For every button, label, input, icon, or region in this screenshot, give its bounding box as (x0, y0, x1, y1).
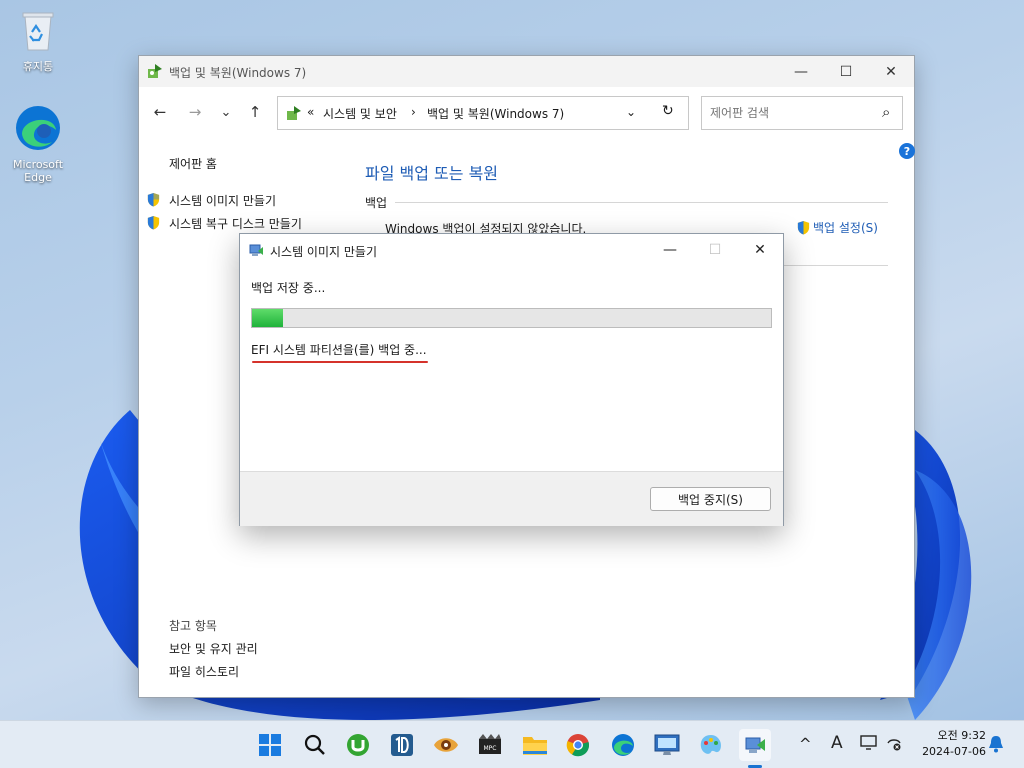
window-title: 백업 및 복원(Windows 7) (169, 66, 307, 80)
recycle-bin-icon (6, 8, 70, 55)
help-button[interactable]: ? (899, 143, 915, 159)
backup-progress-bar (251, 308, 772, 328)
sidebar-create-recovery-disc[interactable]: 시스템 복구 디스크 만들기 (169, 215, 302, 232)
edge-icon (6, 104, 70, 155)
file-explorer-icon[interactable] (519, 729, 551, 761)
paint-app-icon[interactable] (695, 729, 727, 761)
system-image-icon (248, 242, 264, 261)
backup-restore-taskbar-icon[interactable] (739, 729, 771, 761)
dialog-titlebar[interactable]: 시스템 이미지 만들기 — ☐ ✕ (240, 234, 783, 266)
desktop-icon-label: Microsoft Edge (12, 158, 64, 184)
refresh-button[interactable]: ↻ (662, 103, 674, 119)
recent-locations-button[interactable]: ⌄ (215, 101, 237, 123)
backup-restore-icon (147, 63, 163, 82)
dialog-footer: 백업 중지(S) (240, 471, 783, 526)
search-box: ⌕ (701, 96, 903, 130)
edge-icon[interactable] (607, 729, 639, 761)
create-system-image-dialog: 시스템 이미지 만들기 — ☐ ✕ 백업 저장 중... EFI 시스템 파티션… (239, 233, 784, 526)
eye-app-icon[interactable] (430, 729, 462, 761)
address-prefix[interactable]: « (307, 105, 314, 119)
svg-text:MPC: MPC (484, 745, 497, 752)
chrome-icon[interactable] (562, 729, 594, 761)
ime-indicator[interactable]: A (831, 733, 843, 753)
stop-backup-button[interactable]: 백업 중지(S) (650, 487, 771, 511)
window-titlebar[interactable]: 백업 및 복원(Windows 7) — ☐ ✕ (139, 56, 914, 87)
uac-shield-icon (796, 220, 811, 238)
see-also-title: 참고 항목 (169, 619, 217, 633)
search-icon[interactable]: ⌕ (882, 103, 890, 121)
sidebar-control-panel-home[interactable]: 제어판 홈 (169, 155, 217, 172)
annotation-underline (252, 361, 428, 363)
mpc-be-icon[interactable]: MPC (474, 729, 506, 761)
breadcrumb-separator[interactable]: › (411, 105, 416, 119)
tray-overflow-button[interactable]: ^ (799, 735, 812, 753)
sidebar-create-system-image[interactable]: 시스템 이미지 만들기 (169, 192, 276, 209)
see-also-file-history[interactable]: 파일 히스토리 (169, 663, 239, 680)
close-button[interactable]: ✕ (868, 56, 914, 87)
display-icon[interactable] (860, 734, 878, 756)
dialog-close-button[interactable]: ✕ (737, 234, 783, 266)
desktop-icon-edge[interactable]: Microsoft Edge (6, 104, 70, 184)
clock-date: 2024-07-06 (922, 745, 986, 758)
minimize-button[interactable]: — (778, 56, 824, 87)
current-task-text: EFI 시스템 파티션을(를) 백업 중... (251, 343, 427, 357)
search-input[interactable] (710, 104, 870, 122)
desktop-icon-recycle-bin[interactable]: 휴지통 (6, 8, 70, 74)
monitor-app-icon[interactable] (651, 729, 683, 761)
see-also-security-maintenance[interactable]: 보안 및 유지 관리 (169, 640, 258, 657)
1d-app-icon[interactable] (386, 729, 418, 761)
desktop-icon-label: 휴지통 (22, 60, 54, 73)
dialog-title: 시스템 이미지 만들기 (270, 245, 377, 259)
notification-bell-icon[interactable] (988, 735, 1004, 757)
up-button[interactable]: ↑ (244, 101, 266, 123)
back-button[interactable]: ← (149, 101, 171, 123)
uac-shield-icon (146, 192, 161, 210)
clock-time: 오전 9:32 (937, 729, 986, 742)
navigation-bar: ← → ⌄ ↑ « 시스템 및 보안 › 백업 및 복원(Windows 7) … (139, 87, 914, 137)
search-icon[interactable] (299, 729, 331, 761)
system-clock[interactable]: 오전 9:32 2024-07-06 (914, 728, 986, 760)
maximize-button[interactable]: ☐ (823, 56, 869, 87)
dialog-maximize-button: ☐ (708, 242, 722, 258)
utorrent-icon[interactable] (342, 729, 374, 761)
uac-shield-icon (146, 215, 161, 233)
section-divider (395, 202, 888, 203)
control-panel-icon (286, 105, 302, 124)
backup-section-label: 백업 (365, 196, 388, 210)
progress-fill (252, 309, 284, 327)
page-title: 파일 백업 또는 복원 (365, 164, 499, 183)
dialog-minimize-button[interactable]: — (647, 234, 693, 266)
taskbar: MPC ^ A 오전 9:32 2024-07-06 (0, 720, 1024, 768)
address-bar[interactable]: « 시스템 및 보안 › 백업 및 복원(Windows 7) ⌄ ↻ (277, 96, 689, 130)
forward-button[interactable]: → (184, 101, 206, 123)
saving-status: 백업 저장 중... (251, 281, 326, 295)
breadcrumb-backup-restore[interactable]: 백업 및 복원(Windows 7) (427, 105, 564, 122)
address-dropdown-button[interactable]: ⌄ (626, 105, 636, 119)
breadcrumb-system-security[interactable]: 시스템 및 보안 (323, 105, 397, 122)
network-muted-icon[interactable] (885, 734, 903, 756)
setup-backup-link[interactable]: 백업 설정(S) (813, 219, 878, 236)
start-icon[interactable] (254, 729, 286, 761)
